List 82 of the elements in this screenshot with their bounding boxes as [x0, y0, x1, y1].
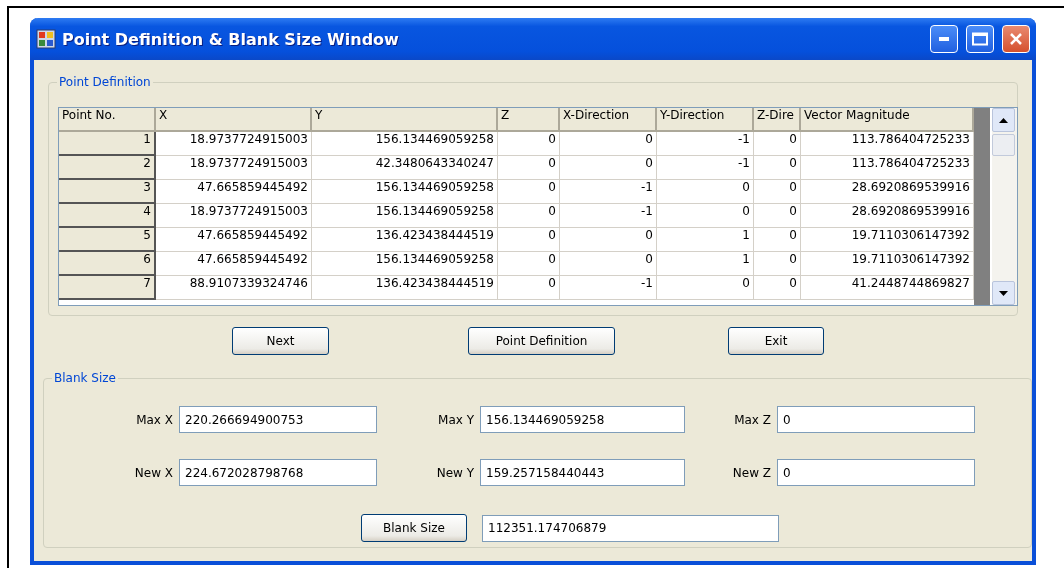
row-header[interactable]: 7	[59, 276, 156, 300]
column-header[interactable]: Z	[498, 108, 560, 132]
window-title: Point Definition & Blank Size Window	[62, 29, 400, 49]
input-field[interactable]: 156.134469059258	[480, 406, 685, 433]
table-cell: 0	[657, 204, 754, 228]
column-header[interactable]: Y	[312, 108, 498, 132]
table-cell: 88.9107339324746	[156, 276, 312, 300]
table-cell: 0	[754, 204, 801, 228]
table-cell: 0	[560, 252, 657, 276]
table-cell: 0	[560, 132, 657, 156]
table-cell: 0	[498, 228, 560, 252]
column-header[interactable]: Point No.	[59, 108, 156, 132]
point-definition-button[interactable]: Point Definition	[468, 327, 615, 355]
table-cell: 19.7110306147392	[801, 252, 974, 276]
table-cell: 0	[560, 156, 657, 180]
table-cell: 0	[498, 252, 560, 276]
table-cell: 156.134469059258	[312, 132, 498, 156]
table-cell: 0	[498, 276, 560, 300]
row-header[interactable]: 3	[59, 180, 156, 204]
table-cell: 47.665859445492	[156, 228, 312, 252]
table-cell: 18.9737724915003	[156, 204, 312, 228]
table-cell: 0	[657, 276, 754, 300]
table-cell: 136.423438444519	[312, 276, 498, 300]
table-cell: 0	[498, 204, 560, 228]
field-label: Max Z	[734, 412, 771, 427]
blank-size-button[interactable]: Blank Size	[361, 514, 467, 542]
table-cell: 47.665859445492	[156, 180, 312, 204]
table-cell: 0	[754, 132, 801, 156]
table-cell: 0	[754, 252, 801, 276]
table-cell: 0	[754, 180, 801, 204]
field-label: New X	[134, 465, 173, 480]
input-field[interactable]: 112351.174706879	[482, 514, 779, 542]
field-label: New Y	[436, 465, 474, 480]
input-field[interactable]: 0	[777, 459, 975, 486]
table-cell: 28.6920869539916	[801, 180, 974, 204]
table-cell: 0	[754, 276, 801, 300]
input-field[interactable]: 0	[777, 406, 975, 433]
field-label: Max X	[136, 412, 173, 427]
row-header[interactable]: 4	[59, 204, 156, 228]
table-cell: 1	[657, 228, 754, 252]
table-cell: 18.9737724915003	[156, 132, 312, 156]
table-cell: 47.665859445492	[156, 252, 312, 276]
table-cell: -1	[657, 132, 754, 156]
table-cell: 156.134469059258	[312, 204, 498, 228]
input-field[interactable]: 159.257158440443	[480, 459, 685, 486]
table-cell: 1	[657, 252, 754, 276]
column-header[interactable]: Vector Magnitude	[801, 108, 974, 132]
table-cell: 113.786404725233	[801, 156, 974, 180]
field-label: New Z	[732, 465, 771, 480]
exit-button[interactable]: Exit	[728, 327, 824, 355]
table-cell: -1	[560, 204, 657, 228]
table-cell: 0	[498, 132, 560, 156]
column-header[interactable]: X	[156, 108, 312, 132]
input-field[interactable]: 220.266694900753	[179, 406, 377, 433]
table-cell: 156.134469059258	[312, 252, 498, 276]
table-cell: 42.3480643340247	[312, 156, 498, 180]
column-header[interactable]: X-Direction	[560, 108, 657, 132]
table-cell: -1	[560, 180, 657, 204]
table-cell: 18.9737724915003	[156, 156, 312, 180]
table-cell: 0	[754, 228, 801, 252]
table-cell: 0	[560, 228, 657, 252]
table-cell: -1	[657, 156, 754, 180]
next-button[interactable]: Next	[232, 327, 329, 355]
row-header[interactable]: 2	[59, 156, 156, 180]
input-field[interactable]: 224.672028798768	[179, 459, 377, 486]
table-cell: 156.134469059258	[312, 180, 498, 204]
table-cell: -1	[560, 276, 657, 300]
table-cell: 136.423438444519	[312, 228, 498, 252]
row-header[interactable]: 5	[59, 228, 156, 252]
table-cell: 41.2448744869827	[801, 276, 974, 300]
table-cell: 0	[657, 180, 754, 204]
table-cell: 28.6920869539916	[801, 204, 974, 228]
row-header[interactable]: 1	[59, 132, 156, 156]
field-label: Max Y	[438, 412, 474, 427]
table-cell: 0	[754, 156, 801, 180]
table-cell: 0	[498, 180, 560, 204]
row-header[interactable]: 6	[59, 252, 156, 276]
table-cell: 19.7110306147392	[801, 228, 974, 252]
table-cell: 113.786404725233	[801, 132, 974, 156]
column-header[interactable]: Z-Dire	[754, 108, 801, 132]
table-cell: 0	[498, 156, 560, 180]
column-header[interactable]: Y-Direction	[657, 108, 754, 132]
